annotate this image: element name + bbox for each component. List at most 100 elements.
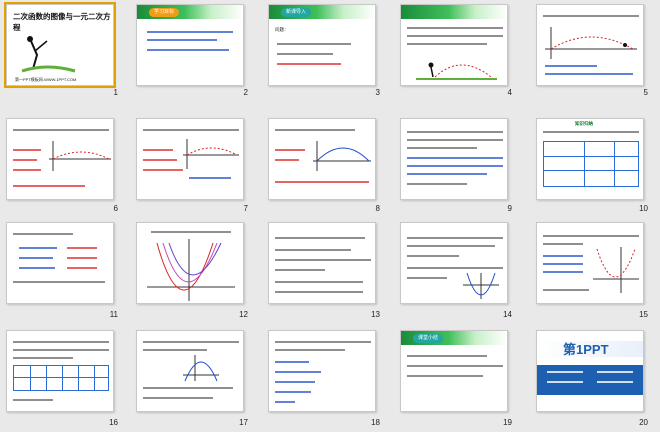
- text-line: [407, 147, 477, 149]
- text-line: [143, 387, 233, 389]
- text-line: [275, 349, 345, 351]
- text-line: [275, 259, 371, 261]
- slide-number: 7: [243, 204, 248, 213]
- slide-number: 1: [113, 88, 118, 97]
- coordinate-figure: [313, 141, 371, 171]
- text-line: [13, 349, 109, 351]
- slide-number: 6: [113, 204, 118, 213]
- slide-number: 11: [109, 310, 118, 319]
- text-line: [543, 243, 583, 245]
- slide-number: 19: [503, 418, 512, 427]
- text-line: [275, 371, 321, 373]
- value-table: [13, 365, 109, 391]
- coordinate-figure: [49, 141, 111, 171]
- slide-thumbnail-3[interactable]: 新课导入 问题：: [268, 4, 376, 86]
- text-line: [277, 43, 351, 45]
- parabola-graph: [183, 355, 219, 382]
- text-line: [545, 65, 597, 67]
- text-line: [597, 371, 633, 373]
- text-line: [277, 53, 333, 55]
- slide-number: 17: [239, 418, 248, 427]
- slide-thumbnail-12[interactable]: [136, 222, 244, 304]
- text-line: [545, 73, 633, 75]
- text-line: [543, 263, 583, 265]
- slide-number: 8: [375, 204, 380, 213]
- text-line: [407, 131, 503, 133]
- text-line: [275, 341, 371, 343]
- slide-sorter-grid: 二次函数的图像与一元二次方程 第一PPT模板网-WWW.1PPT.COM 1 学…: [0, 0, 660, 432]
- slide-thumbnail-2[interactable]: 学习目标: [136, 4, 244, 86]
- slide-thumbnail-19[interactable]: 课堂小结: [400, 330, 508, 412]
- slide-thumbnail-11[interactable]: [6, 222, 114, 304]
- text-line: [13, 129, 109, 131]
- slide-thumbnail-17[interactable]: [136, 330, 244, 412]
- text-line: [275, 159, 299, 161]
- slide-heading: 知识归纳: [575, 121, 593, 126]
- slide-thumbnail-18[interactable]: [268, 330, 376, 412]
- text-line: [407, 35, 503, 37]
- text-line: [275, 391, 311, 393]
- parabola-graph: [147, 239, 235, 301]
- slide-thumbnail-15[interactable]: [536, 222, 644, 304]
- brand-logo: 第1PPT: [563, 342, 609, 357]
- text-line: [407, 183, 467, 185]
- slide-thumbnail-4[interactable]: [400, 4, 508, 86]
- text-line: [143, 341, 239, 343]
- section-badge: 课堂小结: [413, 334, 443, 343]
- text-line: [407, 165, 503, 167]
- text-line: [275, 249, 351, 251]
- text-line: [407, 365, 503, 367]
- section-badge: 学习目标: [149, 8, 179, 17]
- slide-thumbnail-8[interactable]: [268, 118, 376, 200]
- text-line: [143, 149, 173, 151]
- text-line: [13, 399, 53, 401]
- text-line: [275, 401, 295, 403]
- slide-number: 18: [371, 418, 380, 427]
- slide-number: 12: [239, 310, 248, 319]
- text-line: [275, 237, 365, 239]
- banner-band: [537, 365, 643, 395]
- text-line: [407, 157, 503, 159]
- slide-thumbnail-6[interactable]: [6, 118, 114, 200]
- parabola-graph: [463, 272, 499, 299]
- slide-thumbnail-5[interactable]: [536, 4, 644, 86]
- text-line: [189, 177, 231, 179]
- text-line: [543, 255, 583, 257]
- slide-number: 9: [507, 204, 512, 213]
- text-line: [277, 63, 341, 65]
- golfer-illustration: [21, 36, 76, 73]
- text-line: [275, 269, 325, 271]
- text-line: [275, 181, 369, 183]
- slide-thumbnail-9[interactable]: [400, 118, 508, 200]
- slide-thumbnail-20[interactable]: 第1PPT: [536, 330, 644, 412]
- slide-number: 10: [639, 204, 648, 213]
- text-line: [275, 149, 305, 151]
- slide-thumbnail-7[interactable]: [136, 118, 244, 200]
- slide-thumbnail-16[interactable]: [6, 330, 114, 412]
- slide-number: 13: [371, 310, 380, 319]
- slide-thumbnail-10[interactable]: 知识归纳: [536, 118, 644, 200]
- parabola-graph: [593, 247, 639, 293]
- text-line: [13, 357, 73, 359]
- slide-number: 16: [109, 418, 118, 427]
- coordinate-figure: [183, 139, 239, 169]
- text-line: [407, 355, 487, 357]
- text-line: [407, 139, 503, 141]
- text-line: [67, 257, 97, 259]
- text-line: [19, 257, 53, 259]
- slide-thumbnail-13[interactable]: [268, 222, 376, 304]
- text-line: [19, 247, 57, 249]
- text-line: [147, 31, 233, 33]
- slide-thumbnail-14[interactable]: [400, 222, 508, 304]
- text-line: [407, 27, 503, 29]
- text-line: [67, 247, 97, 249]
- text-line: [67, 267, 97, 269]
- text-line: [407, 267, 503, 269]
- text-line: [151, 231, 231, 233]
- text-line: [143, 159, 177, 161]
- text-line: [275, 291, 363, 293]
- slide-thumbnail-1[interactable]: 二次函数的图像与一元二次方程 第一PPT模板网-WWW.1PPT.COM: [4, 2, 116, 88]
- coordinate-figure: [545, 27, 637, 59]
- section-badge: 新课导入: [281, 8, 311, 17]
- slide-title: 二次函数的图像与一元二次方程: [13, 12, 111, 32]
